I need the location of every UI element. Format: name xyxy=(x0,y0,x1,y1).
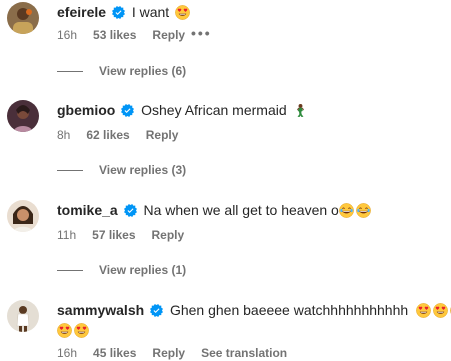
comment-likes[interactable]: 45 likes xyxy=(93,346,136,360)
more-options-icon[interactable]: ••• xyxy=(191,25,212,41)
comment-item: tomike_a Na when we all get to heaven o … xyxy=(0,198,451,288)
replies-divider xyxy=(57,270,83,272)
comment-text: Na when we all get to heaven o xyxy=(143,202,339,218)
heart-eyes-emoji-icon xyxy=(433,303,448,318)
comment-text: Ghen ghen baeeee watchhhhhhhhhhh xyxy=(169,302,409,318)
verified-badge-icon xyxy=(121,104,134,117)
comment-username[interactable]: efeirele xyxy=(57,4,106,20)
comment-time: 16h xyxy=(57,346,78,360)
heart-eyes-emoji-icon xyxy=(175,5,190,20)
reply-button[interactable]: Reply xyxy=(146,128,179,142)
comment-username[interactable]: tomike_a xyxy=(57,202,118,218)
view-replies-button[interactable]: View replies (3) xyxy=(57,162,186,178)
mermaid-emoji-icon xyxy=(293,103,308,118)
comment-time: 8h xyxy=(57,128,71,142)
heart-eyes-emoji-icon xyxy=(416,303,431,318)
view-replies-label: View replies (1) xyxy=(99,263,187,277)
view-replies-button[interactable]: View replies (6) xyxy=(57,63,186,79)
verified-badge-icon xyxy=(150,304,163,317)
avatar[interactable] xyxy=(7,200,39,232)
comment-likes[interactable]: 53 likes xyxy=(93,28,136,42)
view-replies-label: View replies (3) xyxy=(99,163,187,177)
avatar[interactable] xyxy=(7,2,39,34)
comment-time: 11h xyxy=(57,228,77,242)
joy-emoji-icon xyxy=(339,203,354,218)
avatar[interactable] xyxy=(7,100,39,132)
comment-text: I want xyxy=(131,4,170,20)
comment-username[interactable]: gbemioo xyxy=(57,102,115,118)
reply-button[interactable]: Reply xyxy=(152,228,185,242)
comment-likes[interactable]: 57 likes xyxy=(92,228,135,242)
heart-eyes-emoji-icon xyxy=(57,323,72,338)
verified-badge-icon xyxy=(112,6,125,19)
comment-username[interactable]: sammywalsh xyxy=(57,302,144,318)
comment-item: gbemioo Oshey African mermaid 8h 62 likes… xyxy=(0,98,451,188)
reply-button[interactable]: Reply xyxy=(152,346,185,360)
view-replies-label: View replies (6) xyxy=(99,64,187,78)
reply-button[interactable]: Reply xyxy=(152,28,185,42)
heart-eyes-emoji-icon xyxy=(74,323,89,338)
verified-badge-icon xyxy=(124,204,137,217)
comment-item: sammywalsh Ghen ghen baeeee watchhhhhhhh… xyxy=(0,298,451,360)
comment-item: efeirele I want 16h 53 likes Reply ••• Vie… xyxy=(0,0,451,90)
avatar[interactable] xyxy=(7,300,39,332)
comment-text: Oshey African mermaid xyxy=(141,102,287,118)
replies-divider xyxy=(57,170,83,172)
replies-divider xyxy=(57,71,83,73)
see-translation-button[interactable]: See translation xyxy=(201,346,287,360)
comment-likes[interactable]: 62 likes xyxy=(86,128,129,142)
joy-emoji-icon xyxy=(356,203,371,218)
view-replies-button[interactable]: View replies (1) xyxy=(57,262,186,278)
comment-time: 16h xyxy=(57,28,78,42)
